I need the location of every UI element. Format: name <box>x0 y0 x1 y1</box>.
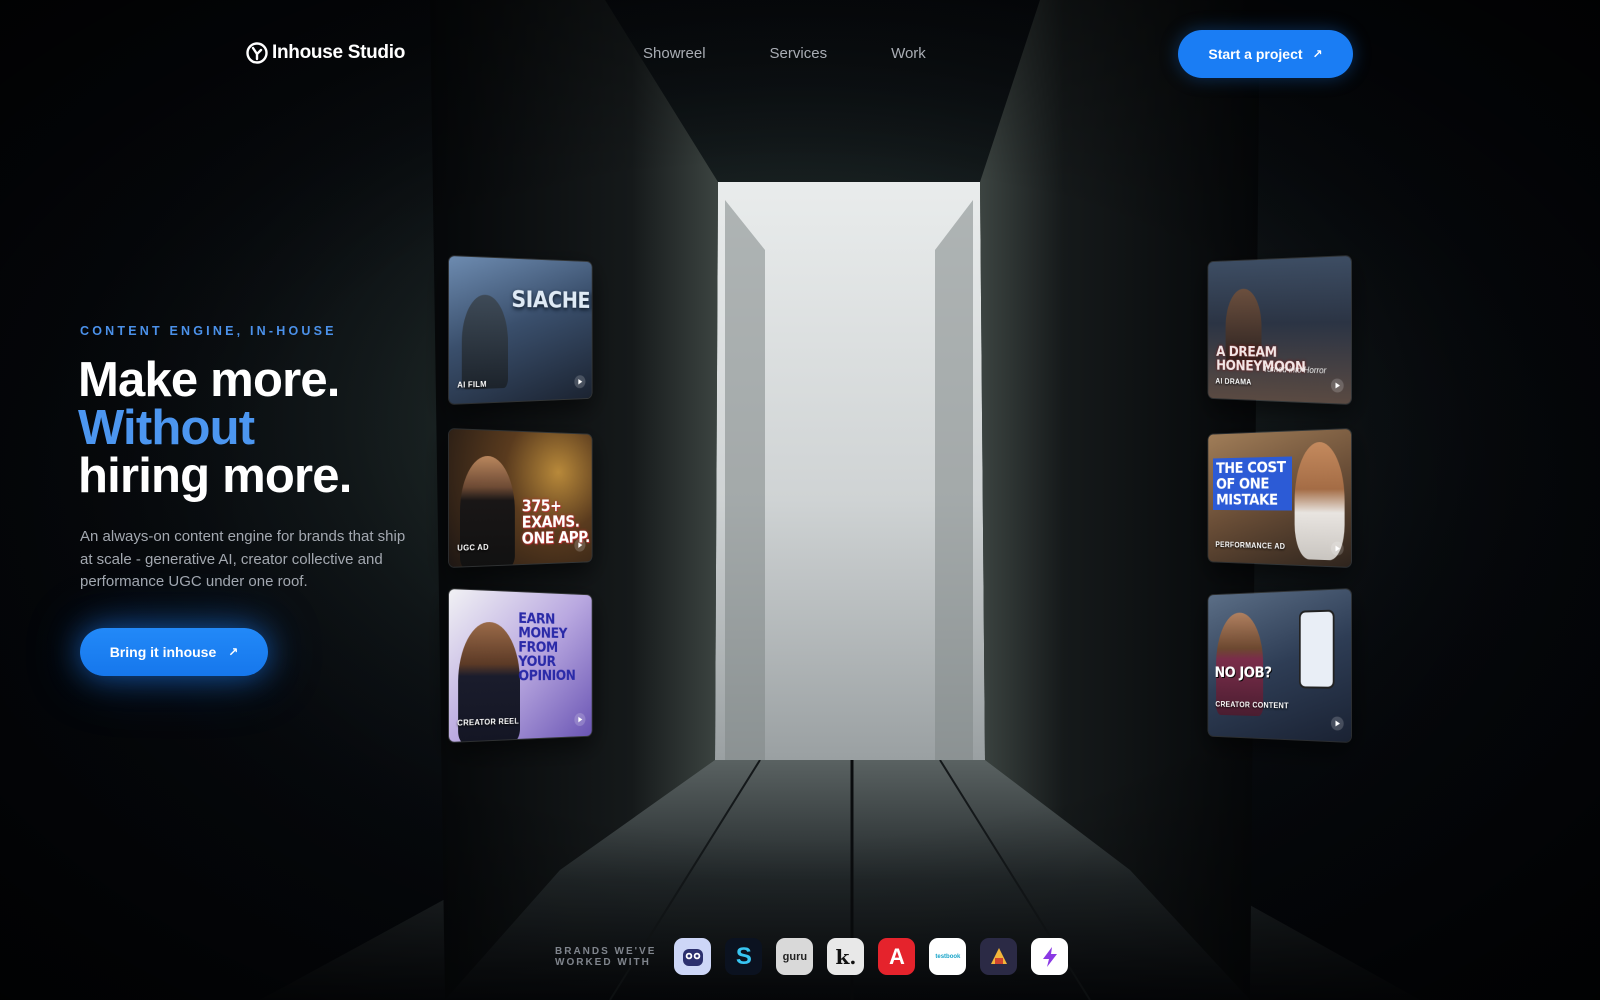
video-card-ai-film[interactable]: SIACHEN AI FILM <box>448 255 593 405</box>
brand-logo-guru: guru <box>776 938 814 975</box>
card-title: SIACHEN <box>511 285 593 314</box>
brand-logo-game <box>980 938 1018 975</box>
brand-logo-a: A <box>878 938 916 975</box>
card-subtitle: Turned into Horror <box>1263 364 1327 376</box>
game-character-icon <box>990 947 1007 964</box>
hero-headline: Make more. Without hiring more. <box>78 353 352 503</box>
nav-link-work[interactable]: Work <box>891 45 926 62</box>
play-icon <box>1330 541 1344 556</box>
start-project-label: Start a project <box>1208 46 1303 62</box>
card-tag: AI FILM <box>457 378 487 390</box>
logo-text: Inhouse Studio <box>272 42 406 63</box>
brand-logo-bolt <box>1031 938 1069 975</box>
card-tag: CREATOR CONTENT <box>1215 699 1289 711</box>
play-icon <box>1330 378 1344 393</box>
brand-logo-testbook: testbook <box>929 938 967 975</box>
logo-icon <box>246 42 268 64</box>
hero-eyebrow: CONTENT ENGINE, IN-HOUSE <box>80 324 337 338</box>
start-project-button[interactable]: Start a project ↗ <box>1178 30 1353 78</box>
bring-it-inhouse-button[interactable]: Bring it inhouse ↗ <box>80 628 268 676</box>
top-nav: Inhouse Studio Showreel Services Work St… <box>0 0 1600 106</box>
video-card-creator-content[interactable]: NO JOB? CREATOR CONTENT <box>1207 588 1352 743</box>
brands-label: BRANDS WE'VE WORKED WITH <box>555 946 656 968</box>
headline-line-1: Make more. <box>78 353 340 407</box>
video-card-creator-reel[interactable]: EARN MONEY FROM YOUR OPINION CREATOR REE… <box>448 588 593 743</box>
brands-label-line-2: WORKED WITH <box>555 956 651 968</box>
card-tag: UGC AD <box>457 541 489 553</box>
arrow-up-right-icon: ↗ <box>228 645 239 659</box>
video-card-ugc-ad[interactable]: 375+ EXAMS. ONE APP. UGC AD <box>448 428 593 568</box>
owl-icon <box>682 948 703 966</box>
soldier-figure <box>461 294 508 390</box>
video-card-performance-ad[interactable]: THE COST OF ONE MISTAKE PERFORMANCE AD <box>1207 428 1352 568</box>
nav-link-showreel[interactable]: Showreel <box>643 45 706 62</box>
logo[interactable]: Inhouse Studio <box>246 42 405 64</box>
card-title: NO JOB? <box>1214 663 1272 682</box>
arrow-up-right-icon: ↗ <box>1312 47 1323 61</box>
brands-strip: BRANDS WE'VE WORKED WITH S guru k. A tes… <box>555 938 1069 975</box>
headline-line-2: Without <box>78 401 255 455</box>
card-tag: AI DRAMA <box>1215 376 1252 387</box>
hero-subcopy: An always-on content engine for brands t… <box>80 528 406 590</box>
nav-link-services[interactable]: Services <box>770 45 828 62</box>
bolt-icon <box>1042 946 1057 967</box>
card-title: THE COST OF ONE MISTAKE <box>1212 456 1293 511</box>
card-title: EARN MONEY FROM YOUR OPINION <box>518 609 576 685</box>
brand-logo-k: k. <box>827 938 865 975</box>
brand-logo-owl <box>674 938 712 975</box>
headline-line-3: hiring more. <box>78 449 352 503</box>
play-icon <box>1330 716 1344 731</box>
bring-it-inhouse-label: Bring it inhouse <box>109 644 217 660</box>
video-card-ai-drama[interactable]: A DREAM HONEYMOON Turned into Horror AI … <box>1207 255 1352 405</box>
nav-links: Showreel Services Work <box>643 45 926 62</box>
brand-logo-s: S <box>725 938 763 975</box>
phone-graphic <box>1298 609 1335 689</box>
brands-label-line-1: BRANDS WE'VE <box>555 945 657 957</box>
